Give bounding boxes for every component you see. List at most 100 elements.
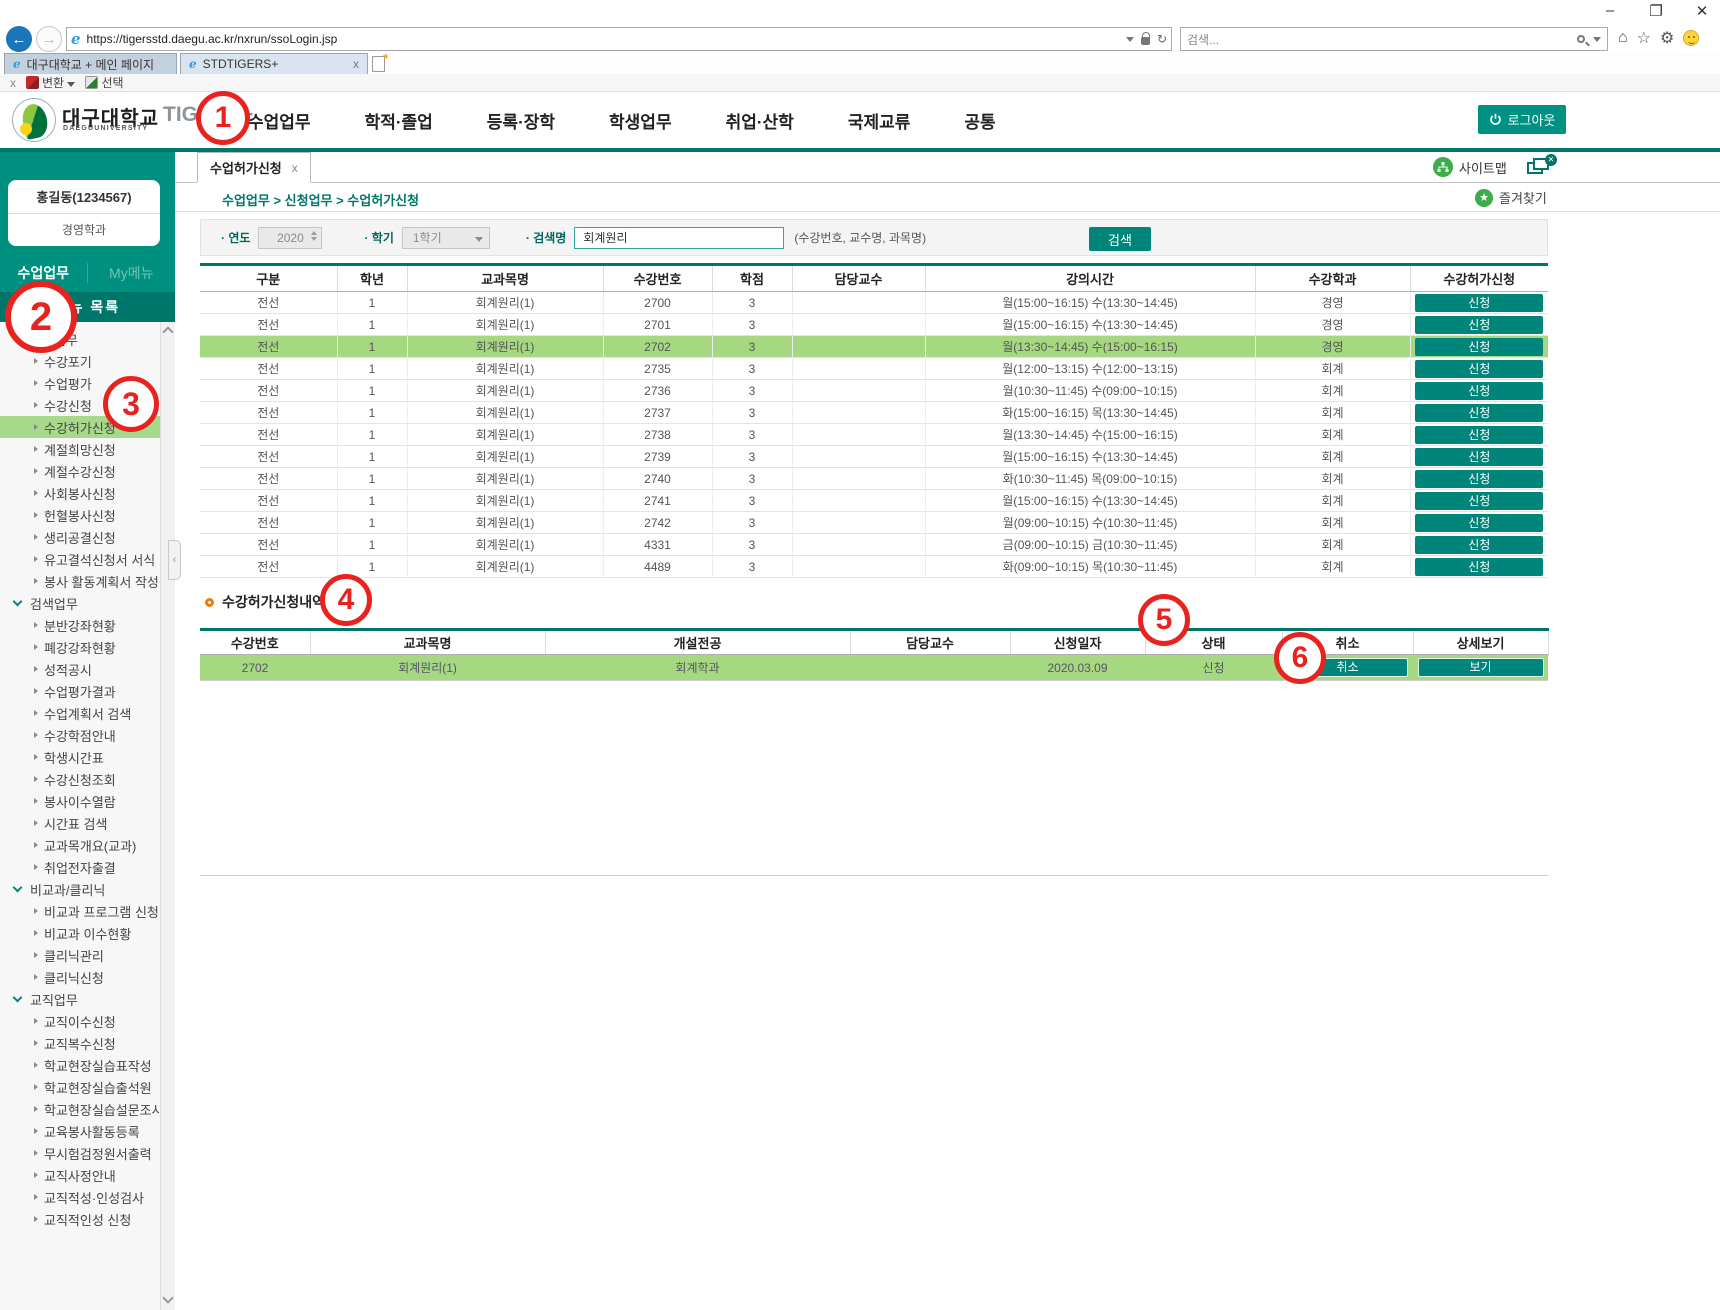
table-row[interactable]: 전선1회계원리(1)27363월(10:30~11:45) 수(09:00~10…: [200, 380, 1548, 402]
sidebar-item[interactable]: 헌혈봉사신청: [0, 504, 160, 526]
sidebar-scrollbar[interactable]: [160, 322, 175, 1310]
sidebar-item[interactable]: 수업평가결과: [0, 680, 160, 702]
search-button[interactable]: 검색: [1089, 227, 1151, 251]
sidebar-item[interactable]: 비교과 프로그램 신청: [0, 900, 160, 922]
sidebar-item[interactable]: 무시험검정원서출력: [0, 1142, 160, 1164]
sidebar-item[interactable]: 수강포기: [0, 350, 160, 372]
refresh-icon[interactable]: ↻: [1157, 32, 1167, 46]
table-row[interactable]: 전선1회계원리(1)27413월(15:00~16:15) 수(13:30~14…: [200, 490, 1548, 512]
apply-button[interactable]: 신청: [1415, 404, 1543, 422]
sidebar-tab-mymenu[interactable]: My메뉴: [88, 263, 176, 283]
back-button[interactable]: ←: [6, 26, 32, 52]
sidebar-item[interactable]: 학교현장실습출석원: [0, 1076, 160, 1098]
sidebar-item[interactable]: 교직적성·인성검사: [0, 1186, 160, 1208]
content-tab-active[interactable]: 수업허가신청 x: [197, 152, 311, 183]
forward-button[interactable]: →: [36, 26, 62, 52]
logout-button[interactable]: 로그아웃: [1478, 105, 1566, 134]
tab-close-icon[interactable]: x: [345, 57, 359, 71]
sidebar-item[interactable]: 봉사이수열람: [0, 790, 160, 812]
apply-button[interactable]: 신청: [1415, 448, 1543, 466]
sidebar-item[interactable]: 학교현장실습설문조사: [0, 1098, 160, 1120]
sidebar-item[interactable]: 성적공시: [0, 658, 160, 680]
sidebar-item[interactable]: 학생시간표: [0, 746, 160, 768]
maximize-button[interactable]: ❐: [1646, 2, 1666, 20]
favorites-star-icon[interactable]: ☆: [1637, 28, 1651, 48]
top-nav-item[interactable]: 학생업무: [609, 108, 672, 133]
table-row[interactable]: 전선1회계원리(1)27373화(15:00~16:15) 목(13:30~14…: [200, 402, 1548, 424]
sidebar-item[interactable]: 교직적인성 신청: [0, 1208, 160, 1230]
apply-button[interactable]: 신청: [1415, 514, 1543, 532]
apply-button[interactable]: 신청: [1415, 426, 1543, 444]
table-row[interactable]: 전선1회계원리(1)27393월(15:00~16:15) 수(13:30~14…: [200, 446, 1548, 468]
apply-button[interactable]: 신청: [1415, 558, 1543, 576]
sitemap-link[interactable]: 사이트맵: [1433, 157, 1507, 177]
search-icon[interactable]: [1577, 35, 1585, 43]
browser-tab-stdtigers[interactable]: e STDTIGERS+ x: [180, 53, 368, 74]
sidebar-item[interactable]: 교직이수신청: [0, 1010, 160, 1032]
select-button[interactable]: 선택: [85, 74, 123, 91]
apply-button[interactable]: 신청: [1415, 536, 1543, 554]
sidebar-item[interactable]: 계절수강신청: [0, 460, 160, 482]
sidebar-item[interactable]: 수강학점안내: [0, 724, 160, 746]
top-nav-item[interactable]: 수업업무: [248, 108, 311, 133]
sidebar-item[interactable]: 교직사정안내: [0, 1164, 160, 1186]
top-nav-item[interactable]: 국제교류: [848, 108, 911, 133]
sidebar-section[interactable]: 비교과/클리닉: [0, 878, 160, 900]
sidebar-section[interactable]: 검색업무: [0, 592, 160, 614]
minimize-button[interactable]: –: [1600, 2, 1620, 20]
tab-close-icon[interactable]: x: [292, 161, 298, 175]
sidebar-item[interactable]: 클리닉신청: [0, 966, 160, 988]
close-all-tabs-icon[interactable]: ✕: [1527, 158, 1553, 176]
sidebar-item[interactable]: 교과목개요(교과): [0, 834, 160, 856]
sidebar-item[interactable]: 교직복수신청: [0, 1032, 160, 1054]
feedback-smiley-icon[interactable]: [1683, 30, 1699, 46]
sidebar-section[interactable]: 교직업무: [0, 988, 160, 1010]
apply-button[interactable]: 신청: [1415, 492, 1543, 510]
close-button[interactable]: ✕: [1692, 2, 1712, 20]
sidebar-item[interactable]: 유고결석신청서 서식: [0, 548, 160, 570]
url-dropdown-icon[interactable]: [1126, 37, 1134, 42]
address-bar[interactable]: e https://tigersstd.daegu.ac.kr/nxrun/ss…: [66, 27, 1172, 51]
convert-button[interactable]: 변환: [26, 74, 75, 91]
spinner-up-icon[interactable]: [311, 231, 317, 235]
top-nav-item[interactable]: 공통: [964, 108, 995, 133]
apply-button[interactable]: 신청: [1415, 360, 1543, 378]
sidebar-item[interactable]: 취업전자출결: [0, 856, 160, 878]
sidebar-item[interactable]: 폐강강좌현황: [0, 636, 160, 658]
table-row[interactable]: 전선1회계원리(1)27353월(12:00~13:15) 수(12:00~13…: [200, 358, 1548, 380]
table-row[interactable]: 전선1회계원리(1)27383월(13:30~14:45) 수(15:00~16…: [200, 424, 1548, 446]
year-spinner[interactable]: 2020: [258, 227, 322, 249]
university-logo[interactable]: [12, 98, 56, 142]
spinner-down-icon[interactable]: [311, 237, 317, 241]
top-nav-item[interactable]: 취업·산학: [726, 108, 794, 133]
favorites-link[interactable]: ★ 즐겨찾기: [1475, 188, 1547, 207]
sidebar-item[interactable]: 클리닉관리: [0, 944, 160, 966]
table-row[interactable]: 전선1회계원리(1)27403화(10:30~11:45) 목(09:00~10…: [200, 468, 1548, 490]
sidebar-item[interactable]: 비교과 이수현황: [0, 922, 160, 944]
table-row[interactable]: 전선1회계원리(1)27003월(15:00~16:15) 수(13:30~14…: [200, 292, 1548, 314]
toolbar-close-button[interactable]: x: [10, 76, 16, 90]
sidebar-item[interactable]: 수강신청조회: [0, 768, 160, 790]
home-icon[interactable]: ⌂: [1618, 29, 1628, 47]
table-row[interactable]: 2702회계원리(1)회계학과2020.03.09신청취소보기: [200, 655, 1548, 681]
keyword-input[interactable]: 회계원리: [574, 227, 784, 249]
sidebar-item[interactable]: 수업계획서 검색: [0, 702, 160, 724]
sidebar-item[interactable]: 봉사 활동계획서 작성: [0, 570, 160, 592]
apply-button[interactable]: 신청: [1415, 470, 1543, 488]
new-tab-button[interactable]: [372, 56, 385, 72]
apply-button[interactable]: 신청: [1415, 316, 1543, 334]
sidebar-item[interactable]: 시간표 검색: [0, 812, 160, 834]
search-dropdown-icon[interactable]: [1593, 37, 1601, 42]
apply-button[interactable]: 신청: [1415, 338, 1543, 356]
table-row[interactable]: 전선1회계원리(1)27023월(13:30~14:45) 수(15:00~16…: [200, 336, 1548, 358]
view-button[interactable]: 보기: [1418, 658, 1544, 677]
sidebar-collapse-handle[interactable]: ‹: [168, 540, 181, 580]
table-row[interactable]: 전선1회계원리(1)44893화(09:00~10:15) 목(10:30~11…: [200, 556, 1548, 578]
top-nav-item[interactable]: 학적·졸업: [365, 108, 433, 133]
sidebar-item[interactable]: 학교현장실습표작성: [0, 1054, 160, 1076]
scroll-down-icon[interactable]: [162, 1292, 173, 1303]
apply-button[interactable]: 신청: [1415, 382, 1543, 400]
browser-search-input[interactable]: 검색...: [1180, 27, 1608, 51]
scroll-up-icon[interactable]: [162, 326, 173, 337]
table-row[interactable]: 전선1회계원리(1)27423월(09:00~10:15) 수(10:30~11…: [200, 512, 1548, 534]
